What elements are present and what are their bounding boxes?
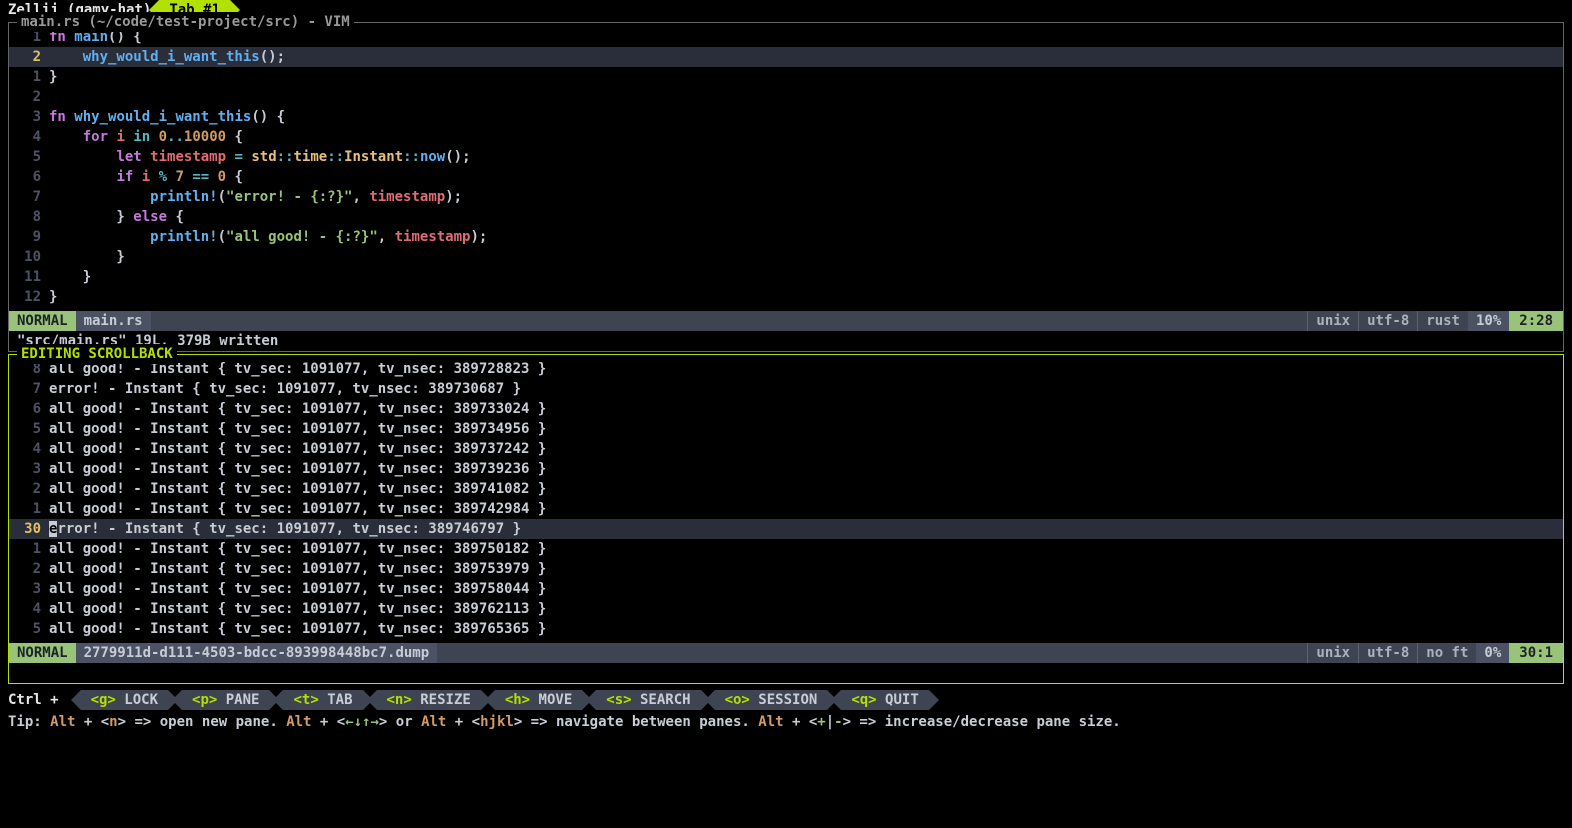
percent: 0%: [1476, 643, 1509, 663]
code-line[interactable]: 1}: [9, 67, 1563, 87]
line-number: 7: [9, 379, 49, 399]
code-line[interactable]: 2: [9, 87, 1563, 107]
scrollback-line[interactable]: 8all good! - Instant { tv_sec: 1091077, …: [9, 359, 1563, 379]
cmd-chip-lock[interactable]: <g> LOCK: [81, 690, 168, 710]
line-number: 12: [9, 287, 49, 307]
command-chips: <g> LOCK <p> PANE <t> TAB <n> RESIZE <h> MOV…: [67, 690, 929, 710]
tip-line: Tip: Alt + <n> => open new pane. Alt + <…: [0, 710, 1572, 734]
editor-pane-title: main.rs (~/code/test-project/src) - VIM: [17, 12, 354, 32]
scrollback-line[interactable]: 3all good! - Instant { tv_sec: 1091077, …: [9, 579, 1563, 599]
cmd-chip-session[interactable]: <o> SESSION: [715, 690, 828, 710]
line-number: 4: [9, 439, 49, 459]
line-number: 2: [9, 479, 49, 499]
line-number: 10: [9, 247, 49, 267]
line-number: 3: [9, 107, 49, 127]
line-number: 9: [9, 227, 49, 247]
line-number: 6: [9, 399, 49, 419]
scrollback-line[interactable]: 4all good! - Instant { tv_sec: 1091077, …: [9, 599, 1563, 619]
line-number: 2: [9, 559, 49, 579]
command-bar: Ctrl + <g> LOCK <p> PANE <t> TAB <n> RESIZE…: [0, 690, 1572, 710]
code-line[interactable]: 2 why_would_i_want_this();: [9, 47, 1563, 67]
filetype: rust: [1417, 311, 1468, 331]
scrollback-line[interactable]: 5all good! - Instant { tv_sec: 1091077, …: [9, 619, 1563, 639]
scrollback-body[interactable]: 8all good! - Instant { tv_sec: 1091077, …: [9, 355, 1563, 643]
line-number: 1: [9, 499, 49, 519]
encoding-utf8: utf-8: [1358, 311, 1417, 331]
vim-message: "src/main.rs" 19L, 379B written: [9, 331, 1563, 351]
code-line[interactable]: 11 }: [9, 267, 1563, 287]
scrollback-line[interactable]: 4all good! - Instant { tv_sec: 1091077, …: [9, 439, 1563, 459]
code-line[interactable]: 6 if i % 7 == 0 {: [9, 167, 1563, 187]
line-number: 2: [9, 87, 49, 107]
line-number: 3: [9, 579, 49, 599]
line-number: 6: [9, 167, 49, 187]
cmd-chip-tab[interactable]: <t> TAB: [283, 690, 362, 710]
code-line[interactable]: 8 } else {: [9, 207, 1563, 227]
line-number: 1: [9, 539, 49, 559]
code-line[interactable]: 4 for i in 0..10000 {: [9, 127, 1563, 147]
scrollback-pane-title: EDITING SCROLLBACK: [17, 344, 177, 364]
line-number: 5: [9, 419, 49, 439]
cmd-chip-search[interactable]: <s> SEARCH: [596, 690, 700, 710]
encoding-utf8: utf-8: [1358, 643, 1417, 663]
editor-body[interactable]: 1fn main() {2 why_would_i_want_this();1}…: [9, 23, 1563, 311]
scrollback-line[interactable]: 1all good! - Instant { tv_sec: 1091077, …: [9, 499, 1563, 519]
cmd-chip-quit[interactable]: <q> QUIT: [841, 690, 928, 710]
line-number: 1: [9, 67, 49, 87]
scrollback-pane[interactable]: EDITING SCROLLBACK 8all good! - Instant …: [8, 354, 1564, 684]
line-number: 30: [9, 519, 49, 539]
line-number: 5: [9, 619, 49, 639]
code-line[interactable]: 3fn why_would_i_want_this() {: [9, 107, 1563, 127]
line-number: 4: [9, 127, 49, 147]
encoding-unix: unix: [1307, 643, 1358, 663]
line-number: 4: [9, 599, 49, 619]
cmd-chip-resize[interactable]: <n> RESIZE: [377, 690, 481, 710]
filetype: no ft: [1417, 643, 1476, 663]
editor-pane[interactable]: main.rs (~/code/test-project/src) - VIM …: [8, 22, 1564, 352]
code-line[interactable]: 7 println!("error! - {:?}", timestamp);: [9, 187, 1563, 207]
mode-indicator: NORMAL: [9, 311, 76, 331]
cmd-chip-move[interactable]: <h> MOVE: [495, 690, 582, 710]
line-number: 11: [9, 267, 49, 287]
line-number: 2: [9, 47, 49, 67]
ctrl-prefix: Ctrl +: [8, 690, 59, 710]
scrollback-line[interactable]: 2all good! - Instant { tv_sec: 1091077, …: [9, 479, 1563, 499]
code-line[interactable]: 10 }: [9, 247, 1563, 267]
scrollback-statusbar: NORMAL 2779911d-d111-4503-bdcc-893998448…: [9, 643, 1563, 663]
line-number: 7: [9, 187, 49, 207]
scrollback-line[interactable]: 5all good! - Instant { tv_sec: 1091077, …: [9, 419, 1563, 439]
percent: 10%: [1468, 311, 1509, 331]
file-name: main.rs: [76, 311, 151, 331]
cursor-pos: 30:1: [1509, 643, 1563, 663]
cursor-pos: 2:28: [1509, 311, 1563, 331]
scrollback-line[interactable]: 7error! - Instant { tv_sec: 1091077, tv_…: [9, 379, 1563, 399]
editor-statusbar: NORMAL main.rs unix utf-8 rust 10% 2:28: [9, 311, 1563, 331]
scrollback-line[interactable]: 1all good! - Instant { tv_sec: 1091077, …: [9, 539, 1563, 559]
line-number: 5: [9, 147, 49, 167]
line-number: 3: [9, 459, 49, 479]
scrollback-line[interactable]: 30error! - Instant { tv_sec: 1091077, tv…: [9, 519, 1563, 539]
line-number: 8: [9, 207, 49, 227]
code-line[interactable]: 9 println!("all good! - {:?}", timestamp…: [9, 227, 1563, 247]
cmd-chip-pane[interactable]: <p> PANE: [182, 690, 269, 710]
file-name: 2779911d-d111-4503-bdcc-893998448bc7.dum…: [76, 643, 438, 663]
scrollback-line[interactable]: 2all good! - Instant { tv_sec: 1091077, …: [9, 559, 1563, 579]
vim-message-empty: [9, 663, 1563, 683]
encoding-unix: unix: [1307, 311, 1358, 331]
code-line[interactable]: 5 let timestamp = std::time::Instant::no…: [9, 147, 1563, 167]
scrollback-line[interactable]: 6all good! - Instant { tv_sec: 1091077, …: [9, 399, 1563, 419]
scrollback-line[interactable]: 3all good! - Instant { tv_sec: 1091077, …: [9, 459, 1563, 479]
mode-indicator: NORMAL: [9, 643, 76, 663]
code-line[interactable]: 12}: [9, 287, 1563, 307]
